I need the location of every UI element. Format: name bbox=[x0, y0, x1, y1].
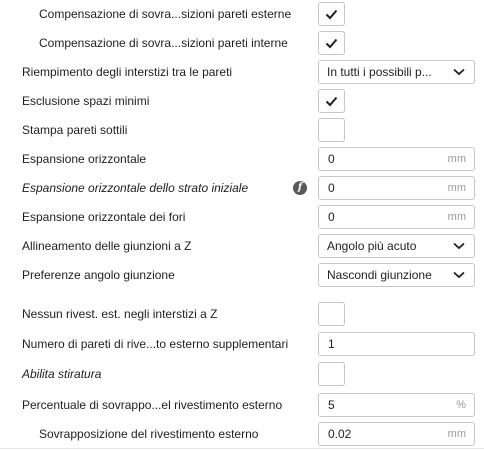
setting-label: Esclusione spazi minimi bbox=[22, 94, 150, 108]
setting-row-enable-ironing: Abilita stiratura bbox=[0, 360, 484, 389]
setting-row-extra-skin-wall-count: Numero di pareti di rive...to esterno su… bbox=[0, 330, 484, 359]
checkmark-icon bbox=[325, 9, 338, 20]
hole-expansion-input[interactable]: 0 mm bbox=[318, 205, 475, 229]
setting-label: Sovrapposizione del rivestimento esterno bbox=[39, 427, 259, 441]
setting-label: Nessun rivest. est. negli interstizi a Z bbox=[22, 307, 218, 321]
chevron-down-icon bbox=[453, 242, 465, 250]
z-seam-alignment-dropdown[interactable]: Angolo più acuto bbox=[318, 234, 475, 258]
setting-row-inner-wall-overlap-compensation: Compensazione di sovra...sizioni pareti … bbox=[0, 29, 484, 58]
setting-label: Abilita stiratura bbox=[22, 367, 102, 381]
unit-label: mm bbox=[447, 153, 466, 165]
horizontal-expansion-input[interactable]: 0 mm bbox=[318, 147, 475, 171]
setting-label: Espansione orizzontale dei fori bbox=[22, 210, 186, 224]
setting-row-outer-wall-overlap-compensation: Compensazione di sovra...sizioni pareti … bbox=[0, 0, 484, 29]
setting-row-horizontal-expansion: Espansione orizzontale 0 mm bbox=[0, 145, 484, 174]
panel-bottom-divider bbox=[0, 448, 484, 449]
setting-row-z-seam-alignment: Allineamento delle giunzioni a Z Angolo … bbox=[0, 232, 484, 261]
unit-label: mm bbox=[447, 211, 466, 223]
f-function-icon[interactable]: f bbox=[293, 181, 307, 195]
setting-row-hole-horizontal-expansion: Espansione orizzontale dei fori 0 mm bbox=[0, 203, 484, 232]
setting-label: Allineamento delle giunzioni a Z bbox=[22, 239, 192, 253]
setting-row-seam-corner-preference: Preferenze angolo giunzione Nascondi giu… bbox=[0, 261, 484, 290]
unit-label: % bbox=[456, 399, 466, 411]
outer-wall-compensation-checkbox[interactable] bbox=[318, 2, 345, 26]
seam-corner-preference-dropdown[interactable]: Nascondi giunzione bbox=[318, 263, 475, 287]
inner-wall-compensation-checkbox[interactable] bbox=[318, 31, 345, 55]
setting-row-skin-overlap-percentage: Percentuale di sovrappo...el rivestiment… bbox=[0, 391, 484, 420]
fill-gaps-dropdown[interactable]: In tutti i possibili p... bbox=[318, 60, 475, 84]
setting-label: Stampa pareti sottili bbox=[22, 123, 128, 137]
extra-skin-wall-count-input[interactable]: 1 bbox=[318, 332, 475, 356]
input-value: 5 bbox=[328, 398, 335, 412]
chevron-down-icon bbox=[453, 68, 465, 76]
dropdown-value: In tutti i possibili p... bbox=[327, 65, 432, 79]
unit-label: mm bbox=[447, 428, 466, 440]
skin-overlap-input[interactable]: 0.02 mm bbox=[318, 422, 475, 446]
chevron-down-icon bbox=[453, 271, 465, 279]
initial-layer-expansion-input[interactable]: 0 mm bbox=[318, 176, 475, 200]
setting-label: Riempimento degli interstizi tra le pare… bbox=[22, 65, 233, 79]
print-thin-walls-checkbox[interactable] bbox=[318, 118, 345, 142]
enable-ironing-checkbox[interactable] bbox=[318, 362, 345, 386]
input-value: 0 bbox=[328, 152, 335, 166]
dropdown-value: Angolo più acuto bbox=[327, 239, 417, 253]
setting-label: Preferenze angolo giunzione bbox=[22, 268, 175, 282]
setting-row-initial-layer-horizontal-expansion: Espansione orizzontale dello strato iniz… bbox=[0, 174, 484, 203]
setting-row-filter-out-tiny-gaps: Esclusione spazi minimi bbox=[0, 87, 484, 116]
setting-label: Espansione orizzontale dello strato iniz… bbox=[22, 181, 249, 195]
input-value: 1 bbox=[328, 337, 335, 351]
setting-row-no-skin-in-z-gaps: Nessun rivest. est. negli interstizi a Z bbox=[0, 300, 484, 329]
filter-tiny-gaps-checkbox[interactable] bbox=[318, 89, 345, 113]
input-value: 0.02 bbox=[328, 427, 352, 441]
setting-label: Espansione orizzontale bbox=[22, 152, 147, 166]
setting-row-print-thin-walls: Stampa pareti sottili bbox=[0, 116, 484, 145]
setting-label: Compensazione di sovra...sizioni pareti … bbox=[39, 7, 292, 21]
input-value: 0 bbox=[328, 210, 335, 224]
input-value: 0 bbox=[328, 181, 335, 195]
setting-label: Percentuale di sovrappo...el rivestiment… bbox=[22, 398, 283, 412]
checkmark-icon bbox=[325, 38, 338, 49]
setting-label: Numero di pareti di rive...to esterno su… bbox=[22, 337, 289, 351]
dropdown-value: Nascondi giunzione bbox=[327, 268, 432, 282]
unit-label: mm bbox=[447, 182, 466, 194]
setting-row-fill-gaps-between-walls: Riempimento degli interstizi tra le pare… bbox=[0, 58, 484, 87]
setting-label: Compensazione di sovra...sizioni pareti … bbox=[39, 36, 288, 50]
setting-row-skin-overlap: Sovrapposizione del rivestimento esterno… bbox=[0, 420, 484, 449]
no-skin-z-gaps-checkbox[interactable] bbox=[318, 302, 345, 326]
skin-overlap-percentage-input[interactable]: 5 % bbox=[318, 393, 475, 417]
checkmark-icon bbox=[325, 96, 338, 107]
